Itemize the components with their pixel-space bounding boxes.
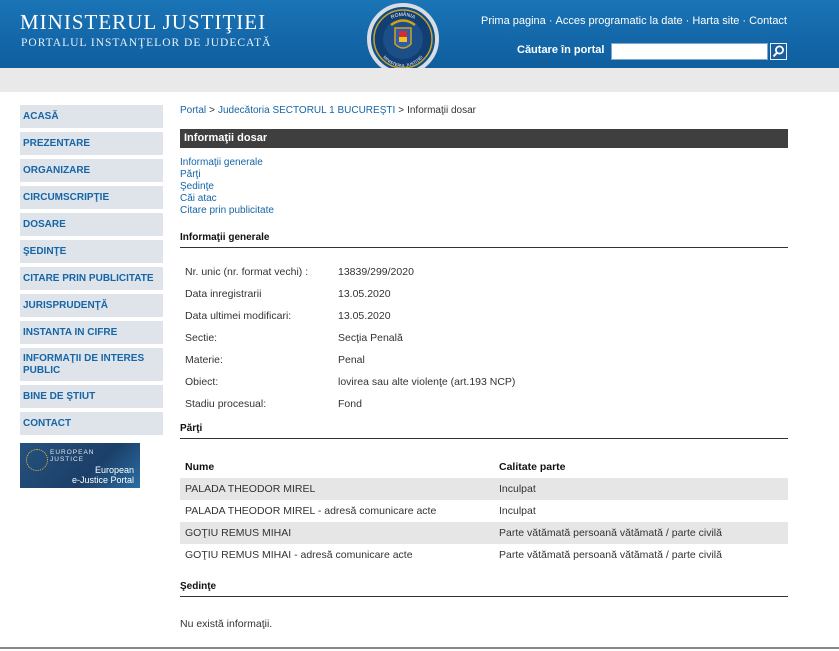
- breadcrumb: Portal > Judecătoria SECTORUL 1 BUCUREŞTI >…: [180, 105, 477, 116]
- info-row: Data ultimei modificari: 13.05.2020: [185, 310, 391, 322]
- sidebar-item-acasa[interactable]: ACASĂ: [20, 105, 163, 128]
- breadcrumb-portal[interactable]: Portal: [180, 105, 206, 116]
- info-row: Data inregistrarii 13.05.2020: [185, 288, 391, 300]
- info-row: Sectie: Secţia Penală: [185, 332, 403, 344]
- general-info-list: Nr. unic (nr. format vechi) :13839/299/2…: [180, 261, 788, 415]
- table-row: PALADA THEODOR MIREL Inculpat: [180, 478, 788, 500]
- page-bottom-border: [0, 647, 839, 649]
- nav-acces-programatic[interactable]: Acces programatic la date: [555, 15, 682, 27]
- column-header-calitate: Calitate parte: [499, 461, 566, 473]
- sidebar-item-informatii-interes[interactable]: INFORMAŢII DE INTERES PUBLIC: [20, 348, 163, 381]
- emblem-icon: ROMÂNIA MINISTERUL JUSTIŢIEI: [367, 3, 439, 74]
- search-input[interactable]: [611, 43, 768, 60]
- info-row: Materie: Penal: [185, 354, 365, 366]
- ejustice-logo-line2: JUSTICE: [50, 456, 85, 463]
- info-row: Nr. unic (nr. format vechi) :13839/299/2…: [185, 266, 414, 278]
- header-nav: Prima pagina · Acces programatic la date · H…: [480, 15, 787, 27]
- sidebar-item-sedinte[interactable]: ŞEDINŢE: [20, 240, 163, 263]
- sidebar-item-contact[interactable]: CONTACT: [20, 412, 163, 435]
- page-title: Informaţii dosar: [180, 129, 788, 148]
- search-label: Căutare în portal: [517, 44, 605, 56]
- ejustice-logo-icon: [26, 449, 48, 471]
- sidebar-item-dosare[interactable]: DOSARE: [20, 213, 163, 236]
- sidebar-item-instanta-in-cifre[interactable]: INSTANTA IN CIFRE: [20, 321, 163, 344]
- breadcrumb-current: Informaţii dosar: [407, 105, 477, 116]
- anchor-informatii-generale[interactable]: Informaţii generale: [180, 157, 788, 169]
- table-row: PALADA THEODOR MIREL - adresă comunicare…: [185, 505, 536, 517]
- sidebar-item-citare[interactable]: CITARE PRIN PUBLICITATE: [20, 267, 163, 290]
- breadcrumb-court[interactable]: Judecătoria SECTORUL 1 BUCUREŞTI: [218, 105, 395, 116]
- sidebar-item-bine-de-stiut[interactable]: BINE DE ŞTIUT: [20, 385, 163, 408]
- column-header-nume: Nume: [185, 461, 215, 473]
- ejustice-portal-line1: European: [94, 465, 134, 475]
- header-band: [0, 68, 839, 92]
- sidebar-item-jurisprudenta[interactable]: JURISPRUDENŢĂ: [20, 294, 163, 317]
- nav-contact[interactable]: Contact: [749, 15, 787, 27]
- site-subtitle: PORTALUL INSTANŢELOR DE JUDECATĂ: [21, 37, 272, 49]
- ejustice-portal-line2: e-Justice Portal: [71, 475, 134, 485]
- table-header-row: Nume Calitate parte: [180, 456, 788, 478]
- general-info-heading: Informaţii generale: [180, 232, 788, 248]
- search-icon: [772, 45, 784, 58]
- table-row: GOŢIU REMUS MIHAI Parte vătămată persoan…: [180, 522, 788, 544]
- main-content: Portal > Judecătoria SECTORUL 1 BUCUREŞTI >…: [180, 105, 788, 630]
- sidebar-item-prezentare[interactable]: PREZENTARE: [20, 132, 163, 155]
- nav-prima-pagina[interactable]: Prima pagina: [481, 15, 546, 27]
- ejustice-banner[interactable]: EUROPEAN JUSTICE European e-Justice Port…: [20, 443, 140, 488]
- section-anchor-list: Informaţii generale Părţi Şedinţe Căi at…: [180, 157, 788, 217]
- sidebar-item-circumscriptie[interactable]: CIRCUMSCRIPŢIE: [20, 186, 163, 209]
- parties-table: Nume Calitate parte PALADA THEODOR MIREL…: [180, 456, 788, 566]
- table-row: GOŢIU REMUS MIHAI - adresă comunicare ac…: [185, 549, 722, 561]
- anchor-parti[interactable]: Părţi: [180, 169, 788, 181]
- hearings-empty-note: Nu există informaţii.: [180, 618, 273, 630]
- info-row: Stadiu procesual: Fond: [185, 398, 362, 410]
- search-button[interactable]: [770, 43, 787, 60]
- nav-harta-site[interactable]: Harta site: [692, 15, 739, 27]
- anchor-citare[interactable]: Citare prin publicitate: [180, 205, 788, 217]
- info-row: Obiect: lovirea sau alte violenţe (art.19…: [185, 376, 516, 388]
- sidebar-item-organizare[interactable]: ORGANIZARE: [20, 159, 163, 182]
- ejustice-logo-line1: EUROPEAN: [50, 449, 95, 456]
- sidebar-menu: ACASĂ PREZENTARE ORGANIZARE CIRCUMSCRIPŢ…: [20, 105, 163, 439]
- site-title[interactable]: MINISTERUL JUSTIŢIEI: [20, 10, 266, 35]
- hearings-heading: Şedinţe: [180, 581, 788, 597]
- parties-heading: Părţi: [180, 423, 788, 439]
- anchor-sedinte[interactable]: Şedinţe: [180, 181, 788, 193]
- anchor-cai-atac[interactable]: Căi atac: [180, 193, 788, 205]
